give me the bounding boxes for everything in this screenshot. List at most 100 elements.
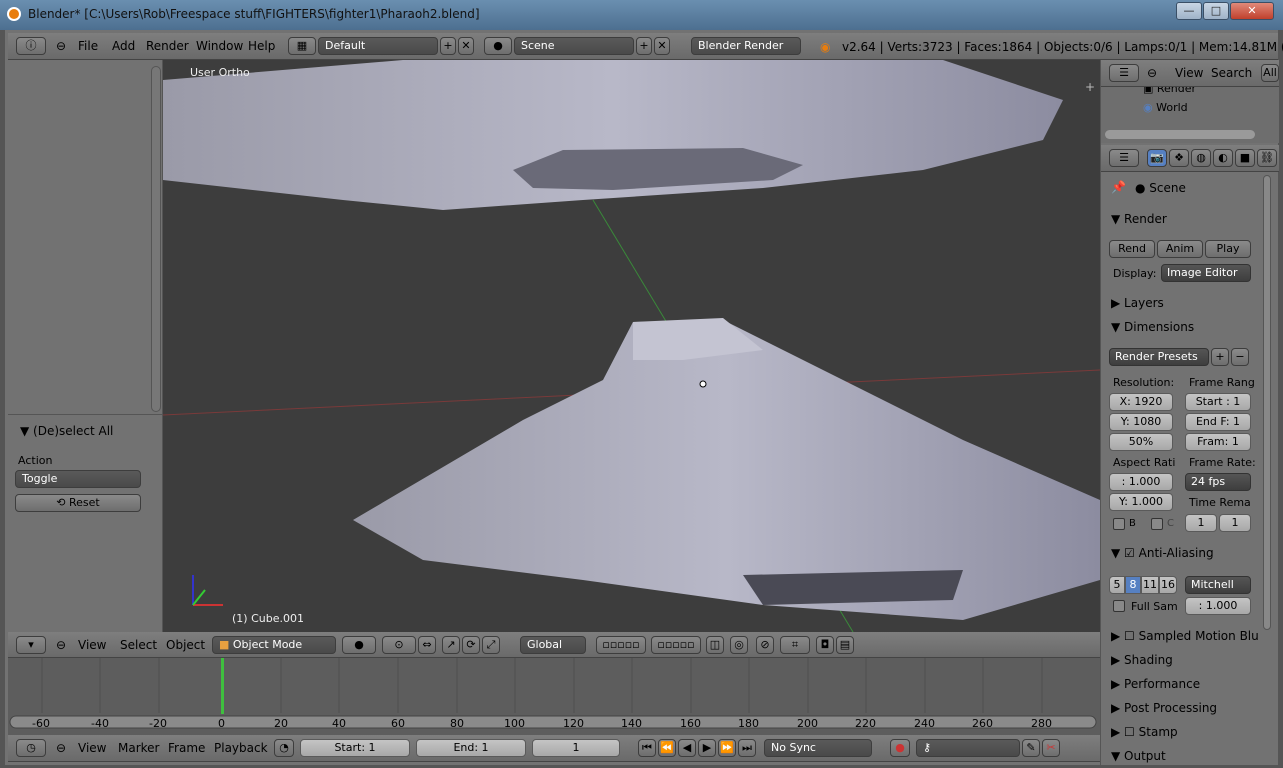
aa-checkbox-icon[interactable]: ☑ <box>1124 546 1135 560</box>
screen-layout-field[interactable]: Default <box>318 37 438 55</box>
aa-samples-16[interactable]: 16 <box>1159 576 1177 594</box>
render-engine-select[interactable]: Blender Render <box>691 37 801 55</box>
outliner-menu-view[interactable]: View <box>1175 66 1203 80</box>
editor-type-button[interactable]: ⓘ <box>16 37 46 55</box>
translate-manipulator-icon[interactable]: ↗ <box>442 636 460 654</box>
frame-step-field[interactable]: Fram: 1 <box>1185 433 1251 451</box>
keying-set-field[interactable]: ⚷ <box>916 739 1020 757</box>
outliner-menu-search[interactable]: Search <box>1211 66 1252 80</box>
menu-file[interactable]: File <box>78 39 98 53</box>
aa-samples-8[interactable]: 8 <box>1125 576 1141 594</box>
scene-tab-icon[interactable]: ◍ <box>1191 149 1211 167</box>
timeline-editor-type-button[interactable]: ◷ <box>16 739 46 757</box>
delete-keyframe-icon[interactable]: ✂ <box>1042 739 1060 757</box>
stamp-panel-header[interactable]: ▶ ☐ Stamp <box>1111 725 1178 739</box>
performance-panel-header[interactable]: ▶ Performance <box>1111 677 1200 691</box>
add-scene-icon[interactable]: + <box>636 37 652 55</box>
frame-rate-select[interactable]: 24 fps <box>1185 473 1251 491</box>
sync-mode-select[interactable]: No Sync <box>764 739 872 757</box>
render-animation-icon[interactable]: ▤ <box>836 636 854 654</box>
current-frame-field[interactable]: 1 <box>532 739 620 757</box>
resolution-percent-field[interactable]: 50% <box>1109 433 1173 451</box>
remove-scene-icon[interactable]: ✕ <box>654 37 670 55</box>
resolution-x-field[interactable]: X: 1920 <box>1109 393 1173 411</box>
manipulator-toggle-icon[interactable]: ⇔ <box>418 636 436 654</box>
properties-scrollbar[interactable] <box>1263 175 1271 630</box>
output-panel-header[interactable]: ▼ Output <box>1111 749 1166 763</box>
render-presets-select[interactable]: Render Presets <box>1109 348 1209 366</box>
toggle-properties-icon[interactable]: + <box>1085 80 1095 94</box>
motion-blur-panel-header[interactable]: ▶ ☐ Sampled Motion Blu <box>1111 629 1259 643</box>
render-animation-button[interactable]: Anim <box>1157 240 1203 258</box>
outliner-display-select[interactable]: All <box>1261 64 1279 82</box>
snap-element-select[interactable]: ⌗ <box>780 636 810 654</box>
object-tab-icon[interactable]: ■ <box>1235 149 1255 167</box>
mode-select[interactable]: ■ Object Mode <box>212 636 336 654</box>
full-sample-checkbox[interactable] <box>1113 600 1125 612</box>
display-select[interactable]: Image Editor <box>1161 264 1251 282</box>
play-icon[interactable]: ▶ <box>698 739 716 757</box>
close-button[interactable]: ✕ <box>1230 2 1274 20</box>
viewport-shading-select[interactable]: ● <box>342 636 376 654</box>
outliner-tree[interactable]: ▣ Render ◉ World <box>1101 87 1279 143</box>
end-frame-field[interactable]: End: 1 <box>416 739 526 757</box>
record-icon[interactable]: ● <box>890 739 910 757</box>
stamp-checkbox[interactable]: ☐ <box>1124 725 1135 739</box>
resolution-y-field[interactable]: Y: 1080 <box>1109 413 1173 431</box>
proportional-edit-icon[interactable]: ◎ <box>730 636 748 654</box>
operator-panel-title[interactable]: ▼ (De)select All <box>20 424 113 438</box>
aa-filter-select[interactable]: Mitchell <box>1185 576 1251 594</box>
timeline-menu-playback[interactable]: Playback <box>214 741 268 755</box>
menu-window[interactable]: Window <box>196 39 243 53</box>
screen-layout-icon[interactable]: ▦ <box>288 37 316 55</box>
outliner-item[interactable]: ▣ Render <box>1143 87 1196 95</box>
menu-help[interactable]: Help <box>248 39 275 53</box>
jump-start-icon[interactable]: ⏮ <box>638 739 656 757</box>
time-new-field[interactable]: 1 <box>1219 514 1251 532</box>
play-reverse-icon[interactable]: ◀ <box>678 739 696 757</box>
menu-render[interactable]: Render <box>146 39 189 53</box>
scene-icon[interactable]: ● <box>484 37 512 55</box>
timeline-menu-view[interactable]: View <box>78 741 106 755</box>
pivot-point-select[interactable]: ⊙ <box>382 636 416 654</box>
motion-blur-checkbox[interactable]: ☐ <box>1124 629 1135 643</box>
properties-editor-type-button[interactable]: ☰ <box>1109 149 1139 167</box>
crop-checkbox[interactable] <box>1151 518 1163 530</box>
minimize-button[interactable]: — <box>1176 2 1202 20</box>
layers-grid-1[interactable]: ▫▫▫▫▫ <box>596 636 646 654</box>
outliner-scrollbar[interactable] <box>1105 130 1255 139</box>
viewport-menu-object[interactable]: Object <box>166 638 205 652</box>
lock-layers-icon[interactable]: ◫ <box>706 636 724 654</box>
constraints-tab-icon[interactable]: ⛓ <box>1257 149 1277 167</box>
timeline-menu-marker[interactable]: Marker <box>118 741 159 755</box>
add-layout-icon[interactable]: + <box>440 37 456 55</box>
snap-icon[interactable]: ⊘ <box>756 636 774 654</box>
outliner-item[interactable]: ◉ World <box>1143 101 1188 114</box>
menu-add[interactable]: Add <box>112 39 135 53</box>
add-preset-icon[interactable]: + <box>1211 348 1229 366</box>
aspect-y-field[interactable]: Y: 1.000 <box>1109 493 1173 511</box>
timeline-menu-frame[interactable]: Frame <box>168 741 205 755</box>
aa-samples-11[interactable]: 11 <box>1141 576 1159 594</box>
collapse-icon[interactable]: ⊖ <box>56 638 66 652</box>
viewport-menu-select[interactable]: Select <box>120 638 157 652</box>
frame-start-field[interactable]: Start : 1 <box>1185 393 1251 411</box>
time-old-field[interactable]: 1 <box>1185 514 1217 532</box>
tool-shelf-scrollbar[interactable] <box>151 66 161 412</box>
next-keyframe-icon[interactable]: ⏩ <box>718 739 736 757</box>
layers-grid-2[interactable]: ▫▫▫▫▫ <box>651 636 701 654</box>
post-processing-panel-header[interactable]: ▶ Post Processing <box>1111 701 1217 715</box>
frame-end-field[interactable]: End F: 1 <box>1185 413 1251 431</box>
transform-orientation-select[interactable]: Global <box>520 636 586 654</box>
viewport-editor-type-button[interactable]: ▾ <box>16 636 46 654</box>
render-tab-icon[interactable]: 📷 <box>1147 149 1167 167</box>
scale-manipulator-icon[interactable]: ⤢ <box>482 636 500 654</box>
viewport-menu-view[interactable]: View <box>78 638 106 652</box>
rotate-manipulator-icon[interactable]: ⟳ <box>462 636 480 654</box>
action-select[interactable]: Toggle <box>15 470 141 488</box>
anti-aliasing-panel-header[interactable]: ▼ ☑ Anti-Aliasing <box>1111 546 1214 560</box>
3d-viewport[interactable]: User Ortho (1) Cube.001 + <box>163 60 1100 632</box>
dimensions-panel-header[interactable]: ▼ Dimensions <box>1111 320 1194 334</box>
filter-size-field[interactable]: : 1.000 <box>1185 597 1251 615</box>
border-checkbox[interactable] <box>1113 518 1125 530</box>
